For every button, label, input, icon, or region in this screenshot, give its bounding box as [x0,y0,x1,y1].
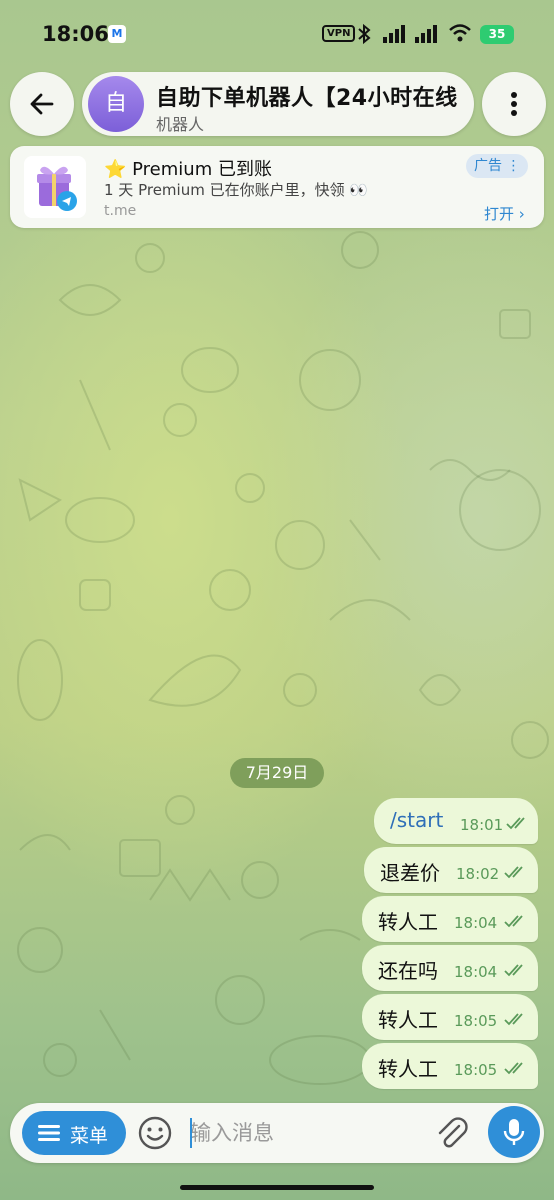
battery-icon: 35 [480,25,514,44]
ad-title: ⭐ Premium 已到账 [104,159,272,180]
voice-record-button[interactable] [488,1106,540,1158]
double-check-icon [504,1013,523,1026]
ad-link[interactable]: t.me [104,203,136,219]
message-text[interactable]: /start [390,808,443,832]
arrow-left-icon [30,93,54,115]
paperclip-icon [438,1117,468,1148]
double-check-icon [506,817,525,830]
emoji-button[interactable] [136,1114,174,1152]
chat-subtitle: 机器人 [156,115,205,134]
double-check-icon [504,1062,523,1075]
gift-telegram-icon [37,166,77,211]
chat-header[interactable]: 自 自助下单机器人【24小时在线 机器人 [82,72,474,136]
chat-title: 自助下单机器人【24小时在线 [156,86,458,111]
message-input[interactable] [190,1114,420,1152]
menu-label: 菜单 [70,1125,109,1147]
microphone-icon [503,1119,525,1145]
message-bubble[interactable]: 还在吗 18:04 [362,945,538,991]
message-time: 18:05 [454,1061,498,1079]
wifi-icon [449,24,471,42]
text-cursor [190,1118,192,1148]
more-vertical-icon [511,92,517,116]
message-bubble[interactable]: 退差价 18:02 [364,847,538,893]
message-bubble[interactable]: 转人工 18:04 [362,896,538,942]
double-check-icon [504,866,523,879]
message-bubble[interactable]: 转人工 18:05 [362,994,538,1040]
message-text: 转人工 [378,910,438,934]
sponsored-banner[interactable]: ⭐ Premium 已到账 1 天 Premium 已在你账户里，快领 👀 t.… [10,146,544,228]
ad-thumbnail [24,156,86,218]
back-button[interactable] [10,72,74,136]
double-check-icon [504,915,523,928]
bot-menu-button[interactable]: 菜单 [22,1111,126,1155]
message-bubble[interactable]: /start 18:01 [374,798,538,844]
message-text: 转人工 [378,1057,438,1081]
message-time: 18:01 [460,816,504,834]
ad-open-button[interactable]: 打开 › [484,203,525,224]
ad-text: 1 天 Premium 已在你账户里，快领 👀 [104,181,369,199]
signal-icon-2 [415,25,437,43]
message-text: 转人工 [378,1008,438,1032]
home-indicator[interactable] [180,1185,374,1190]
signal-icon [383,25,405,43]
date-chip: 7月29日 [230,758,324,788]
message-time: 18:05 [454,1012,498,1030]
message-time: 18:02 [456,865,500,883]
status-bar: 18:06 M VPN 35 [0,0,554,68]
attach-button[interactable] [432,1114,472,1154]
message-text: 还在吗 [378,959,438,983]
double-check-icon [504,964,523,977]
ad-tag[interactable]: 广告 ⋮ [466,154,529,178]
message-time: 18:04 [454,963,498,981]
mail-notification-icon: M [108,25,126,43]
more-options-button[interactable] [482,72,546,136]
avatar[interactable]: 自 [88,76,144,132]
message-text: 退差价 [380,861,440,885]
status-time: 18:06 [42,22,109,46]
hamburger-icon [38,1125,60,1141]
smiley-icon [138,1116,172,1150]
vpn-icon: VPN [322,25,356,42]
message-time: 18:04 [454,914,498,932]
message-bubble[interactable]: 转人工 18:05 [362,1043,538,1089]
bluetooth-icon [358,23,371,45]
